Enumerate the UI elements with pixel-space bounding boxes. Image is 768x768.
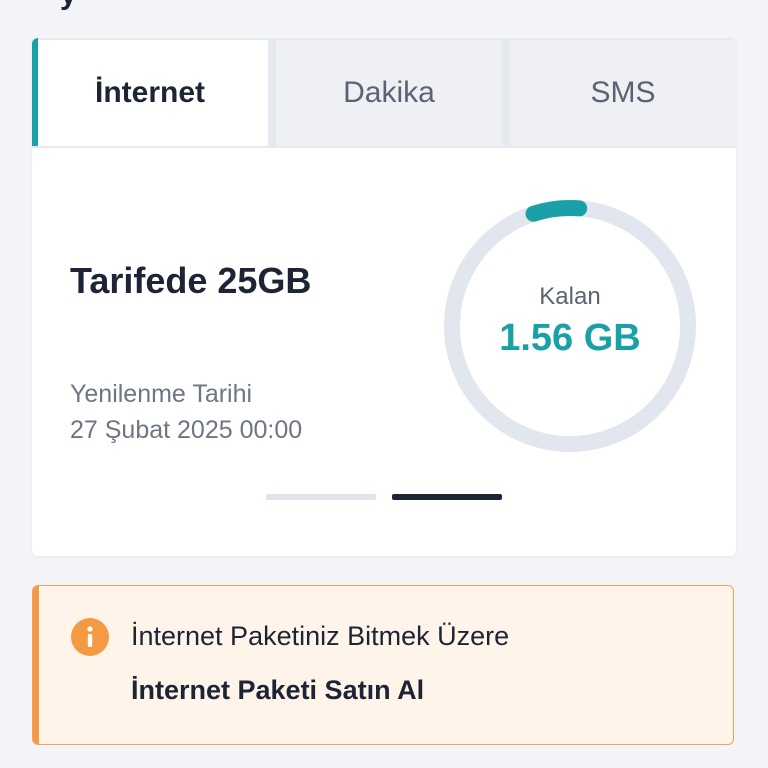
tab-internet[interactable]: İnternet — [32, 40, 268, 146]
tab-dakika[interactable]: Dakika — [276, 40, 502, 146]
remaining-value: 1.56 GB — [499, 316, 641, 359]
tab-sms-label: SMS — [590, 76, 656, 109]
renewal-label: Yenilenme Tarihi — [70, 380, 253, 408]
alert-accent-bar — [33, 586, 39, 744]
remaining-label: Kalan — [539, 282, 601, 310]
usage-tabs: İnternet Dakika SMS — [32, 38, 736, 148]
info-icon — [71, 618, 109, 656]
partial-heading-clipped: y — [60, 0, 77, 12]
tab-dakika-label: Dakika — [343, 76, 435, 109]
pager-dot-2-active[interactable] — [392, 494, 502, 500]
usage-card: İnternet Dakika SMS Tarifede 25GB Yenile… — [32, 38, 736, 556]
carousel-pager — [266, 494, 506, 502]
tab-sms[interactable]: SMS — [510, 40, 736, 146]
tab-internet-label: İnternet — [94, 76, 205, 109]
alert-message: İnternet Paketiniz Bitmek Üzere — [131, 621, 510, 651]
gauge-center: Kalan 1.56 GB — [440, 196, 700, 456]
package-title: Tarifede 25GB — [70, 260, 312, 301]
low-data-alert: İnternet Paketiniz Bitmek Üzere İnternet… — [32, 585, 734, 745]
buy-internet-package-link[interactable]: İnternet Paketi Satın Al — [131, 675, 424, 706]
renewal-date: 27 Şubat 2025 00:00 — [70, 416, 303, 444]
active-tab-indicator — [32, 38, 38, 146]
pager-dot-1[interactable] — [266, 494, 376, 500]
